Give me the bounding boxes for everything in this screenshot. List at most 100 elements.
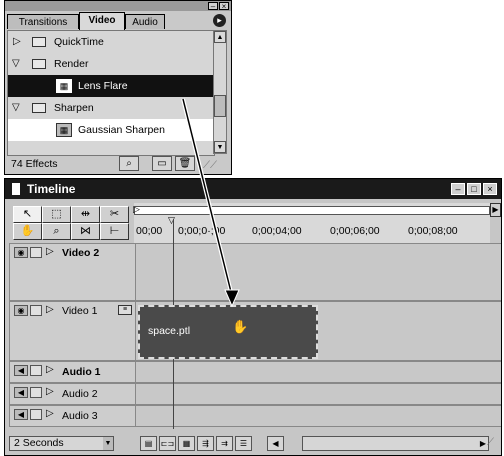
expanded-triangle-icon[interactable]: ▽	[12, 53, 20, 75]
snap-to-edges-icon[interactable]: ⊏⊐	[159, 436, 176, 451]
lock-toggle[interactable]	[30, 305, 42, 316]
folder-icon	[32, 59, 46, 69]
tab-video[interactable]: Video	[79, 12, 125, 30]
list-item-gaussian-sharpen[interactable]: ▦ Gaussian Sharpen	[8, 119, 214, 141]
expand-triangle-icon[interactable]: ▷	[46, 386, 54, 397]
track-format-icon[interactable]: ▤	[140, 436, 157, 451]
palette-menu-button[interactable]: ▸	[213, 14, 226, 27]
video-clip[interactable]: space.ptl ✋	[138, 305, 318, 359]
palette-titlebar[interactable]: – ×	[5, 1, 231, 11]
speaker-icon[interactable]: ◀	[14, 409, 28, 420]
effects-list: ▷ QuickTime ▽ Render ▦ Lens Flare ▽ Shar…	[7, 30, 215, 156]
ruler-label: 0;00;06;00	[330, 225, 380, 237]
track-header-audio-2[interactable]: ◀ ▷ Audio 2	[9, 383, 136, 405]
expand-triangle-icon[interactable]: ▷	[46, 304, 54, 315]
toggle-shy-tracks-icon[interactable]: ☰	[235, 436, 252, 451]
trash-icon[interactable]: 🗑	[175, 156, 195, 171]
ruler-scroll-right-icon[interactable]: ▶	[490, 203, 501, 217]
timeline-titlebar[interactable]: Timeline – □ ×	[5, 179, 501, 199]
lock-toggle[interactable]	[30, 409, 42, 420]
track-options-icon[interactable]: ≡	[118, 305, 132, 315]
scroll-down-icon[interactable]: ▼	[214, 141, 226, 153]
track-lane-video-2[interactable]	[136, 243, 501, 301]
hand-tool-icon[interactable]: ✋	[13, 223, 42, 240]
sync-mode-icon[interactable]: ⇉	[216, 436, 233, 451]
track-lane-audio-2[interactable]	[136, 383, 501, 405]
list-item-label: QuickTime	[54, 36, 104, 48]
marquee-tool-icon[interactable]: ⬚	[42, 206, 71, 223]
selection-tool-icon[interactable]: ↖	[13, 206, 42, 223]
track-name: Video 1	[62, 305, 98, 317]
shift-tracks-icon[interactable]: ⇶	[197, 436, 214, 451]
track-select-tool-icon[interactable]: ⇹	[71, 206, 100, 223]
effect-icon: ▦	[56, 79, 72, 93]
folder-icon	[32, 37, 46, 47]
palette-tabs: Transitions Video Audio	[7, 12, 227, 30]
track-name: Video 2	[62, 247, 100, 259]
list-item-lens-flare[interactable]: ▦ Lens Flare	[8, 75, 214, 97]
window-icon	[12, 183, 20, 195]
expanded-triangle-icon[interactable]: ▽	[12, 97, 20, 119]
palette-statusbar: 74 Effects ⌕ ▭ 🗑 ⟋⟋	[7, 155, 227, 173]
list-item-render[interactable]: ▽ Render	[8, 53, 214, 75]
tab-transitions[interactable]: Transitions	[7, 14, 79, 29]
expand-triangle-icon[interactable]: ▷	[46, 364, 54, 375]
chevron-down-icon[interactable]: ▼	[103, 437, 113, 450]
vertical-scrollbar[interactable]: ▲ ▼	[213, 30, 227, 154]
track-name: Audio 1	[62, 366, 101, 378]
expand-triangle-icon[interactable]: ▷	[46, 408, 54, 419]
maximize-button[interactable]: □	[467, 183, 481, 195]
lock-toggle[interactable]	[30, 247, 42, 258]
track-header-audio-1[interactable]: ◀ ▷ Audio 1	[9, 361, 136, 383]
lock-toggle[interactable]	[30, 365, 42, 376]
effects-count: 74 Effects	[11, 158, 58, 170]
work-area-marker-icon[interactable]: ▷	[133, 204, 140, 215]
track-name: Audio 2	[62, 388, 98, 400]
lock-toggle[interactable]	[30, 387, 42, 398]
list-item-label: Sharpen	[54, 102, 94, 114]
minimize-button[interactable]: –	[451, 183, 465, 195]
time-ruler[interactable]: ▷ 00;00 0;00;0·;00 0;00;04;00 0;00;06;00…	[133, 203, 490, 243]
track-header-video-1[interactable]: ◉ ▷ Video 1 ≡	[9, 301, 136, 361]
minimize-button[interactable]: –	[208, 2, 218, 11]
list-item-quicktime[interactable]: ▷ QuickTime	[8, 31, 214, 53]
ruler-label: 00;00	[136, 225, 163, 237]
list-item-label: Lens Flare	[78, 80, 128, 92]
eye-icon[interactable]: ◉	[14, 247, 28, 258]
horizontal-scrollbar[interactable]: ▶	[302, 436, 489, 451]
close-button[interactable]: ×	[219, 2, 229, 11]
resize-grip-icon[interactable]: ⟋⟋	[203, 157, 217, 175]
track-lane-audio-1[interactable]	[136, 361, 501, 383]
new-folder-icon[interactable]: ▭	[152, 156, 172, 171]
folder-icon	[32, 103, 46, 113]
ruler-label: 0;00;08;00	[408, 225, 458, 237]
track-header-audio-3[interactable]: ◀ ▷ Audio 3	[9, 405, 136, 427]
razor-tool-icon[interactable]: ✂	[100, 206, 129, 223]
scroll-left-icon[interactable]: ◀	[267, 436, 284, 451]
collapsed-triangle-icon[interactable]: ▷	[13, 31, 21, 53]
in-point-tool-icon[interactable]: ⊢	[100, 223, 129, 240]
zoom-level-select[interactable]: 2 Seconds ▼	[9, 436, 114, 451]
tab-audio[interactable]: Audio	[125, 14, 165, 29]
close-button[interactable]: ×	[483, 183, 497, 195]
speaker-icon[interactable]: ◀	[14, 387, 28, 398]
edge-view-icon[interactable]: ▦	[178, 436, 195, 451]
track-name: Audio 3	[62, 410, 98, 422]
expand-triangle-icon[interactable]: ▷	[46, 246, 54, 257]
scroll-right-icon[interactable]: ▶	[480, 437, 486, 450]
track-header-video-2[interactable]: ◉ ▷ Video 2	[9, 243, 136, 301]
list-item-sharpen[interactable]: ▽ Sharpen	[8, 97, 214, 119]
ruler-label: 0;00;04;00	[252, 225, 302, 237]
ripple-edit-tool-icon[interactable]: ⋈	[71, 223, 100, 240]
zoom-tool-icon[interactable]: ⌕	[42, 223, 71, 240]
resize-grip-icon[interactable]: ⟋	[487, 437, 494, 448]
work-area-bar[interactable]: ▷	[133, 204, 490, 215]
zoom-level-value: 2 Seconds	[14, 437, 64, 449]
scroll-up-icon[interactable]: ▲	[214, 31, 226, 43]
eye-icon[interactable]: ◉	[14, 305, 28, 316]
window-title: Timeline	[27, 182, 76, 196]
scroll-thumb[interactable]	[214, 95, 226, 117]
speaker-icon[interactable]: ◀	[14, 365, 28, 376]
binoculars-icon[interactable]: ⌕	[119, 156, 139, 171]
track-lane-audio-3[interactable]	[136, 405, 501, 427]
